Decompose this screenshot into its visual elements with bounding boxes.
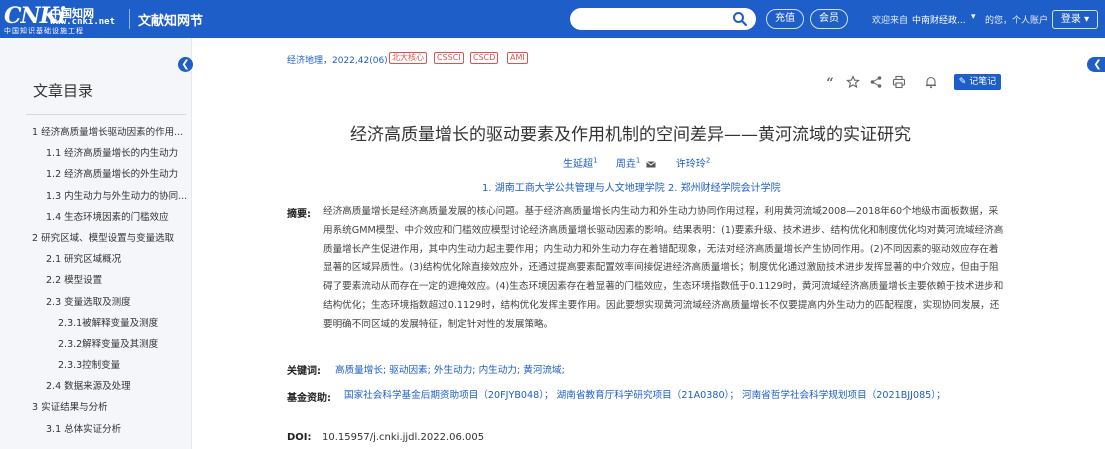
affiliations[interactable]: 1. 湖南工商大学公共管理与人文地理学院 2. 郑州财经学院会计学院 [482, 179, 781, 194]
toc-item[interactable]: 3 实证结果与分析 [0, 397, 192, 418]
doi-value: 10.15957/j.cnki.jjdl.2022.06.005 [322, 432, 485, 443]
toc-item[interactable]: 2.4 数据来源及处理 [0, 376, 192, 397]
author-sup: 1 [593, 156, 598, 165]
toc-list: 1 经济高质量增长驱动因素的作用... 1.1 经济高质量增长的内生动力 1.2… [0, 122, 192, 440]
login-label: 登录 [1060, 14, 1081, 25]
mail-icon[interactable] [645, 160, 656, 168]
index-tag: AMI [507, 52, 528, 64]
toc-divider [26, 114, 186, 115]
toc-item[interactable]: 1 经济高质量增长驱动因素的作用... [0, 122, 192, 143]
chevron-down-icon[interactable]: ▾ [971, 12, 976, 22]
personal-account-text[interactable]: 的您，个人账户 [985, 13, 1048, 26]
abstract-label: 摘要: [287, 209, 311, 220]
member-button[interactable]: 会员 [810, 9, 848, 29]
article-title: 经济高质量增长的驱动要素及作用机制的空间差异——黄河流域的实证研究 [350, 125, 911, 145]
fund-label: 基金资助: [287, 393, 331, 404]
journal-source[interactable]: 经济地理，2022,42(06) [287, 53, 388, 66]
take-note-button[interactable]: ✎ 记笔记 [954, 74, 1001, 90]
top-header: CNKi 中国知网 www.cnki.net 中国知识基础设施工程 文献知网节 … [0, 0, 1105, 38]
toc-item[interactable]: 3.1 总体实证分析 [0, 419, 192, 440]
author-list: 生延超1 周垚1 许玲玲2 [563, 155, 710, 170]
index-tag: CSCD [470, 52, 499, 64]
recharge-button[interactable]: 充值 [766, 9, 804, 29]
toc-title: 文章目录 [33, 82, 94, 100]
author-sup: 2 [705, 156, 711, 165]
share-icon[interactable] [869, 75, 883, 89]
author-name[interactable]: 生延超 [563, 159, 593, 170]
take-note-label: 记笔记 [969, 77, 997, 87]
toc-item[interactable]: 2.3 变量选取及测度 [0, 292, 192, 313]
toc-sidebar: 文章目录 1 经济高质量增长驱动因素的作用... 1.1 经济高质量增长的内生动… [0, 38, 192, 449]
welcome-text: 欢迎来自 [872, 16, 909, 26]
toc-item[interactable]: 1.2 经济高质量增长的外生动力 [0, 164, 192, 185]
toc-item[interactable]: 1.4 生态环境因素的门槛效应 [0, 207, 192, 228]
author-name[interactable]: 周垚 [616, 159, 636, 170]
toc-item[interactable]: 2.1 研究区域概况 [0, 249, 192, 270]
institution-link[interactable]: 中南财经政... [912, 13, 966, 26]
author-sup: 1 [635, 156, 641, 165]
print-icon[interactable] [892, 75, 906, 89]
toc-item[interactable]: 2.3.2解释变量及其测度 [0, 334, 192, 355]
keywords-list[interactable]: 高质量增长; 驱动因素; 外生动力; 内生动力; 黄河流域; [335, 362, 565, 376]
cnki-logo[interactable]: CNKi 中国知网 www.cnki.net 中国知识基础设施工程 [4, 3, 126, 35]
toc-item[interactable]: 1.1 经济高质量增长的内生动力 [0, 143, 192, 164]
search-icon[interactable] [732, 11, 748, 27]
keywords-label: 关键词: [287, 366, 321, 377]
author-name[interactable]: 许玲玲 [676, 159, 706, 170]
toc-item[interactable]: 1.3 内生动力与外生动力的协同... [0, 186, 192, 207]
toc-item[interactable]: 2.3.3控制变量 [0, 355, 192, 376]
bell-icon[interactable] [924, 75, 938, 89]
header-divider [129, 9, 130, 29]
toc-item[interactable]: 2.2 模型设置 [0, 270, 192, 291]
star-icon[interactable] [846, 75, 860, 89]
index-tag: 北大核心 [389, 52, 427, 64]
site-name: 文献知网节 [138, 14, 204, 29]
logo-subtitle: 中国知识基础设施工程 [4, 27, 84, 35]
edit-icon: ✎ [958, 77, 967, 87]
quote-icon[interactable]: “ [823, 75, 837, 89]
index-tag: CSSCI [434, 52, 464, 64]
login-button[interactable]: 登录 ▾ [1052, 10, 1098, 29]
svg-text:“: “ [826, 76, 833, 89]
toc-item[interactable]: 2.3.1被解释变量及测度 [0, 313, 192, 334]
fund-list[interactable]: 国家社会科学基金后期资助项目（20FJYB048）； 湖南省教育厅科学研究项目（… [344, 387, 1004, 405]
doi-label: DOI: [287, 432, 312, 443]
expand-right-panel-button[interactable]: ❮ [1087, 57, 1105, 72]
toc-item[interactable]: 2 研究区域、模型设置与变量选取 [0, 228, 192, 249]
collapse-sidebar-button[interactable]: ❮ [178, 57, 193, 72]
abstract-text: 经济高质量增长是经济高质量发展的核心问题。基于经济高质量增长内生动力和外生动力协… [323, 206, 1004, 330]
search-input[interactable] [570, 8, 756, 30]
